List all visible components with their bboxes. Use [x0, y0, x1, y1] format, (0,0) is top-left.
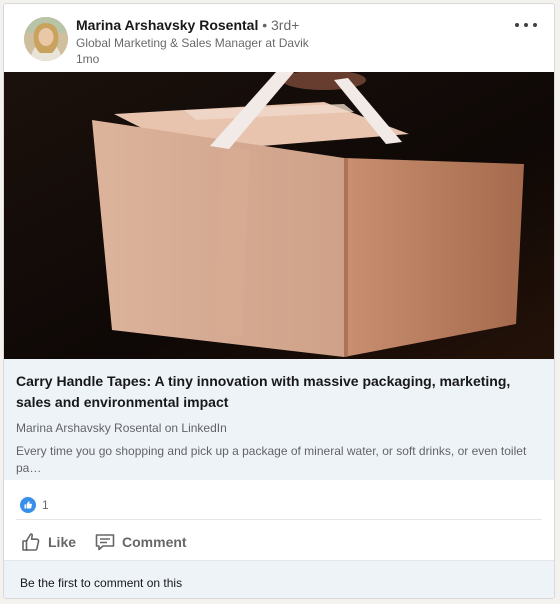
- first-comment-prompt[interactable]: Be the first to comment on this: [20, 576, 182, 590]
- article-source: Marina Arshavsky Rosental on LinkedIn: [16, 421, 227, 435]
- social-actions-bar: Like Comment: [16, 526, 191, 558]
- author-avatar[interactable]: [24, 17, 68, 61]
- more-dot-icon: [533, 23, 537, 27]
- author-headline: Global Marketing & Sales Manager at Davi…: [76, 36, 309, 50]
- more-options-button[interactable]: [514, 16, 540, 34]
- like-reaction-icon: [20, 497, 36, 513]
- connection-degree: • 3rd+: [258, 17, 300, 33]
- thumbs-up-icon: [22, 533, 40, 551]
- post-header: Marina Arshavsky Rosental • 3rd+ Global …: [4, 4, 554, 72]
- like-button[interactable]: Like: [16, 526, 80, 558]
- reactions-summary[interactable]: 1: [20, 495, 49, 515]
- article-link-card[interactable]: Carry Handle Tapes: A tiny innovation wi…: [4, 359, 554, 480]
- author-name[interactable]: Marina Arshavsky Rosental: [76, 17, 258, 33]
- article-title[interactable]: Carry Handle Tapes: A tiny innovation wi…: [16, 371, 536, 413]
- author-name-line[interactable]: Marina Arshavsky Rosental • 3rd+: [76, 17, 299, 33]
- like-label: Like: [48, 534, 77, 550]
- reaction-count: 1: [42, 498, 49, 512]
- comment-button[interactable]: Comment: [90, 526, 191, 558]
- post-timestamp: 1mo: [76, 52, 100, 66]
- feed-post-card: Marina Arshavsky Rosental • 3rd+ Global …: [3, 3, 555, 599]
- comments-footer: Be the first to comment on this: [4, 560, 554, 598]
- actions-divider: [16, 519, 542, 520]
- more-dot-icon: [524, 23, 528, 27]
- comment-label: Comment: [122, 534, 187, 550]
- article-image[interactable]: [4, 72, 554, 359]
- article-excerpt: Every time you go shopping and pick up a…: [16, 444, 527, 475]
- more-dot-icon: [515, 23, 519, 27]
- comment-icon: [95, 534, 115, 551]
